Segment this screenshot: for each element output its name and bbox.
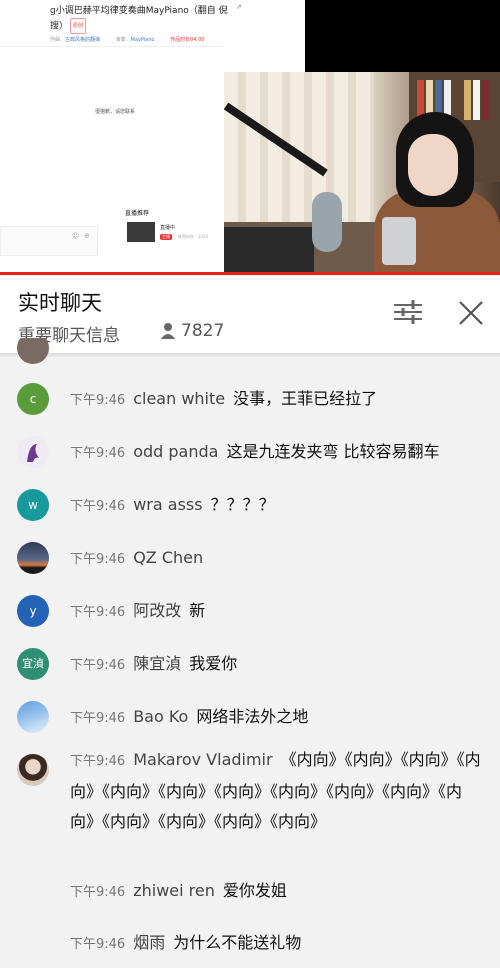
- message-time: 下午9:46: [70, 711, 126, 726]
- chat-message[interactable]: [0, 338, 500, 364]
- shared-original-badge: 原创: [70, 18, 87, 34]
- message-author[interactable]: wra asss: [133, 495, 202, 514]
- shared-recommend-sub: 推荐给你 · 1024: [178, 234, 208, 239]
- message-time: 下午9:46: [70, 885, 126, 900]
- cam-book: [482, 80, 489, 120]
- avatar: [17, 338, 49, 364]
- shared-song-title: g小调巴赫平均律变奏曲MayPiano（翻自 倪搜） 原创: [50, 4, 240, 34]
- cam-cup: [382, 217, 416, 265]
- cam-monitor: [224, 227, 314, 272]
- message-text: 为什么不能送礼物: [173, 933, 302, 952]
- message-time: 下午9:46: [70, 499, 126, 514]
- shared-notice: 很抱歉，请您联系: [95, 109, 136, 115]
- shared-recommend-tag: 主播: [160, 234, 172, 240]
- message-time: 下午9:46: [70, 754, 126, 769]
- message-text: 没事，王菲已经拉了: [233, 389, 378, 408]
- chat-message-body: 下午9:46 zhiwei ren 爱你发姐: [70, 876, 480, 908]
- cam-book: [464, 80, 471, 120]
- message-author[interactable]: zhiwei ren: [133, 881, 215, 900]
- message-time: 下午9:46: [70, 937, 126, 952]
- message-author[interactable]: odd panda: [133, 442, 218, 461]
- message-time: 下午9:46: [70, 393, 126, 408]
- message-text: 我爱你: [189, 654, 238, 673]
- message-author[interactable]: Bao Ko: [133, 707, 188, 726]
- message-author[interactable]: QZ Chen: [133, 548, 203, 567]
- message-author[interactable]: 烟雨: [133, 933, 165, 952]
- chat-message-body: 下午9:46 陳宜湞 我爱你: [70, 649, 480, 681]
- shared-meta: 作曲：古典风格的翻弹 演奏：MayPiano 作品时长04:00: [50, 36, 250, 43]
- avatar: c: [17, 383, 49, 415]
- chat-message-body: 下午9:46 odd panda 这是九连发夹弯 比较容易翻车: [70, 437, 480, 469]
- message-text: ？？？？: [210, 495, 275, 514]
- message-text: 新: [189, 601, 206, 620]
- avatar: y: [17, 595, 49, 627]
- close-icon[interactable]: [458, 300, 484, 326]
- shared-footer-dot: ·: [130, 265, 132, 270]
- chat-message-body: 下午9:46 clean white 没事，王菲已经拉了: [70, 384, 480, 416]
- shared-recommend-title: 直播推荐: [125, 210, 150, 217]
- message-author[interactable]: 陳宜湞: [133, 654, 181, 673]
- message-author[interactable]: Makarov Vladimir: [133, 750, 272, 769]
- shared-meta-item: 作曲：古典风格的翻弹: [50, 37, 101, 43]
- message-text: 爱你发姐: [222, 881, 287, 900]
- avatar: 宜湞: [17, 648, 49, 680]
- avatar: [17, 542, 49, 574]
- avatar: w: [17, 489, 49, 521]
- message-text: 《内向》《内向》《内向》《内向》《内向》《内向》《内向》《内向》《内向》《内向》…: [70, 750, 481, 831]
- shared-meta-item: 演奏：MayPiano: [115, 37, 155, 43]
- shared-meta-item: 作品时长04:00: [170, 37, 205, 43]
- message-time: 下午9:46: [70, 605, 126, 620]
- avatar: [17, 754, 49, 786]
- chat-title: 实时聊天: [18, 291, 102, 315]
- panda-avatar-icon: [17, 436, 49, 468]
- message-text: 网络非法外之地: [196, 707, 309, 726]
- avatar: [17, 701, 49, 733]
- message-time: 下午9:46: [70, 552, 126, 567]
- message-time: 下午9:46: [70, 658, 126, 673]
- chat-message-body: 下午9:46 阿改改新: [70, 596, 480, 628]
- message-author[interactable]: clean white: [133, 389, 225, 408]
- shared-divider: [0, 46, 224, 47]
- video-player[interactable]: g小调巴赫平均律变奏曲MayPiano（翻自 倪搜） 原创 ↗ 作曲：古典风格的翻…: [0, 0, 500, 272]
- message-time: 下午9:46: [70, 446, 126, 461]
- video-black-area: [305, 0, 500, 72]
- chat-message-body: 下午9:46 Makarov Vladimir 《内向》《内向》《内向》《内向》《内…: [70, 745, 482, 837]
- message-text: 这是九连发夹弯 比较容易翻车: [226, 442, 440, 461]
- chat-message-body: 下午9:46 wra asss ？？？？: [70, 490, 480, 522]
- chat-message-body: 下午9:46 QZ Chen: [70, 543, 480, 575]
- chat-message-body: 下午9:46 Bao Ko 网络非法外之地: [70, 702, 480, 734]
- filter-sliders-icon[interactable]: [394, 300, 422, 324]
- expand-icon[interactable]: ↗: [236, 3, 242, 11]
- shared-comment-input: [0, 226, 98, 256]
- cam-book: [473, 80, 480, 120]
- webcam-feed: [224, 72, 500, 272]
- shared-recommend-name: 直播中: [160, 225, 176, 231]
- emoji-icon: ☺: [72, 232, 80, 240]
- cam-streamer-face: [408, 134, 458, 196]
- add-icon: ⊕: [84, 232, 90, 240]
- message-author[interactable]: 阿改改: [133, 601, 181, 620]
- shared-recommend-thumbnail: [127, 222, 155, 242]
- chat-message-body: 下午9:46 烟雨 为什么不能送礼物: [70, 928, 480, 960]
- cam-microphone: [312, 192, 342, 252]
- avatar: [17, 436, 49, 468]
